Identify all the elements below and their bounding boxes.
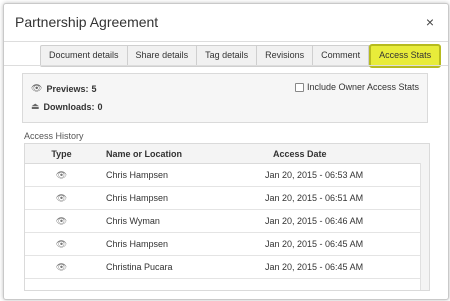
row-date: Jan 20, 2015 - 06:45 AM [265,262,364,272]
download-icon: ⏏ [31,101,40,111]
row-name: Chris Hampsen [106,170,169,180]
column-header-name[interactable]: Name or Location [98,149,261,159]
include-owner-label: Include Owner Access Stats [306,82,419,92]
table-scrollbar[interactable] [420,163,429,290]
tab-document-details[interactable]: Document details [41,46,128,66]
access-history-table: Type Name or Location Access Date 👁 Chri… [24,143,430,291]
downloads-value: 0 [97,101,103,112]
stats-summary-panel: 👁 Previews: 5 ⏏ Downloads: 0 Include Own… [22,73,428,123]
column-header-date[interactable]: Access Date [261,149,414,159]
row-name: Chris Hampsen [106,193,169,203]
tab-revisions[interactable]: Revisions [257,46,314,66]
row-name: Chris Hampsen [106,239,169,249]
row-name: Chris Wyman [106,216,160,226]
eye-icon: 👁 [55,215,68,226]
table-row: 👁 Chris Hampsen Jan 20, 2015 - 06:53 AM [25,164,429,187]
row-date: Jan 20, 2015 - 06:51 AM [265,193,364,203]
row-date: Jan 20, 2015 - 06:45 AM [265,239,364,249]
table-row: 👁 Christina Pucara Jan 20, 2015 - 06:45 … [25,256,429,279]
eye-icon: 👁 [31,83,43,93]
access-stats-dialog: Partnership Agreement × Document details… [3,3,449,300]
eye-icon: 👁 [55,169,68,180]
table-row: 👁 Chris Hampsen Jan 20, 2015 - 06:51 AM [25,187,429,210]
close-icon[interactable]: × [426,15,434,29]
column-header-type[interactable]: Type [25,149,98,159]
eye-icon: 👁 [55,238,68,249]
row-name: Christina Pucara [106,262,173,272]
row-date: Jan 20, 2015 - 06:53 AM [265,170,364,180]
table-row: 👁 Chris Wyman Jan 20, 2015 - 06:46 AM [25,210,429,233]
previews-label: Previews: [46,83,89,94]
access-history-heading: Access History [24,131,84,141]
tab-share-details[interactable]: Share details [128,46,198,66]
eye-icon: 👁 [55,192,68,203]
header-divider [4,41,448,42]
row-date: Jan 20, 2015 - 06:46 AM [265,216,364,226]
dialog-title: Partnership Agreement [15,14,159,30]
table-row: 👁 Chris Hampsen Jan 20, 2015 - 06:45 AM [25,233,429,256]
include-owner-toggle[interactable]: Include Owner Access Stats [294,82,419,92]
tab-bar: Document details Share details Tag detai… [40,44,442,68]
eye-icon: 👁 [55,261,68,272]
table-header: Type Name or Location Access Date [25,144,429,164]
tab-content-divider [4,65,448,66]
previews-value: 5 [91,83,97,94]
tab-tag-details[interactable]: Tag details [197,46,258,66]
downloads-stat: ⏏ Downloads: 0 [31,101,103,112]
downloads-label: Downloads: [43,101,95,112]
tab-comment[interactable]: Comment [313,46,370,66]
include-owner-checkbox[interactable] [294,82,304,92]
previews-stat: 👁 Previews: 5 [31,83,96,94]
